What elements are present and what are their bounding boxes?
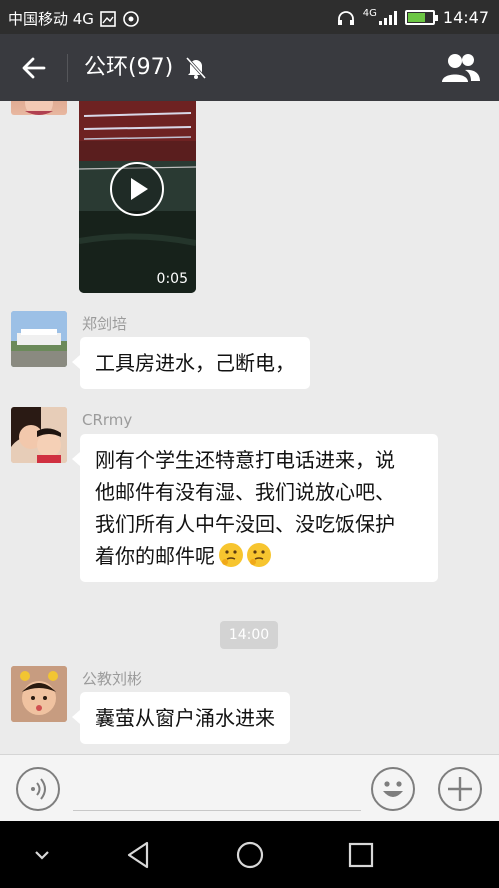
signal-icon xyxy=(378,10,397,25)
clock: 14:47 xyxy=(442,8,489,27)
time-divider: 14:00 xyxy=(220,621,278,649)
recents-square-icon[interactable] xyxy=(345,839,377,871)
avatar[interactable] xyxy=(11,101,67,115)
sender-name: 郑剑培 xyxy=(82,315,128,333)
message-line: 他邮件有没有湿、我们说放心吧、 xyxy=(95,480,395,504)
video-message[interactable]: 0:05 xyxy=(79,101,196,293)
headphones-icon xyxy=(337,10,354,25)
message-input[interactable] xyxy=(73,767,361,811)
play-icon[interactable] xyxy=(109,161,165,217)
message-line: 我们所有人中午没回、没吃饭保护 xyxy=(95,512,395,536)
arrow-left-icon[interactable] xyxy=(18,52,50,84)
home-circle-icon[interactable] xyxy=(234,839,266,871)
image-icon xyxy=(100,10,116,27)
sender-name: CRrmy xyxy=(82,411,133,429)
group-members-icon[interactable] xyxy=(441,52,481,84)
video-duration: 0:05 xyxy=(156,271,188,287)
system-nav-bar xyxy=(0,821,499,888)
chat-title: 公环(97) xyxy=(84,55,174,80)
plus-icon[interactable] xyxy=(438,767,482,811)
network-type-label: 4G xyxy=(362,7,377,19)
bell-off-icon xyxy=(185,56,207,80)
smiley-icon[interactable] xyxy=(371,767,415,811)
input-bar xyxy=(0,754,499,821)
message-line: 着你的邮件呢 xyxy=(95,544,215,568)
chat-area[interactable]: 0:05 郑剑培 工具房进水，己断电， CRrmy 刚有个学生还特意打电话进来，… xyxy=(0,101,499,753)
message-line: 刚有个学生还特意打电话进来，说 xyxy=(95,448,395,472)
header-divider xyxy=(67,54,68,82)
chat-header: 公环(97) xyxy=(0,34,499,101)
thinking-emoji-icon xyxy=(219,543,243,567)
chevron-down-icon[interactable] xyxy=(26,839,58,871)
message-bubble[interactable]: 囊萤从窗户涌水进来 xyxy=(72,692,290,744)
status-bar: 中国移动 4G 4G 14:47 xyxy=(0,0,499,34)
message-bubble[interactable]: 工具房进水，己断电， xyxy=(72,337,310,389)
thinking-emoji-icon xyxy=(247,543,271,567)
wechat-status-icon xyxy=(123,10,139,27)
sender-name: 公教刘彬 xyxy=(82,670,143,688)
carrier-label: 中国移动 4G xyxy=(8,10,94,28)
back-triangle-icon[interactable] xyxy=(123,839,155,871)
avatar[interactable] xyxy=(11,666,67,722)
message-bubble[interactable]: 刚有个学生还特意打电话进来，说 他邮件有没有湿、我们说放心吧、 我们所有人中午没… xyxy=(72,434,438,582)
avatar[interactable] xyxy=(11,311,67,367)
battery-icon xyxy=(404,10,438,25)
avatar[interactable] xyxy=(11,407,67,463)
voice-icon[interactable] xyxy=(16,767,60,811)
